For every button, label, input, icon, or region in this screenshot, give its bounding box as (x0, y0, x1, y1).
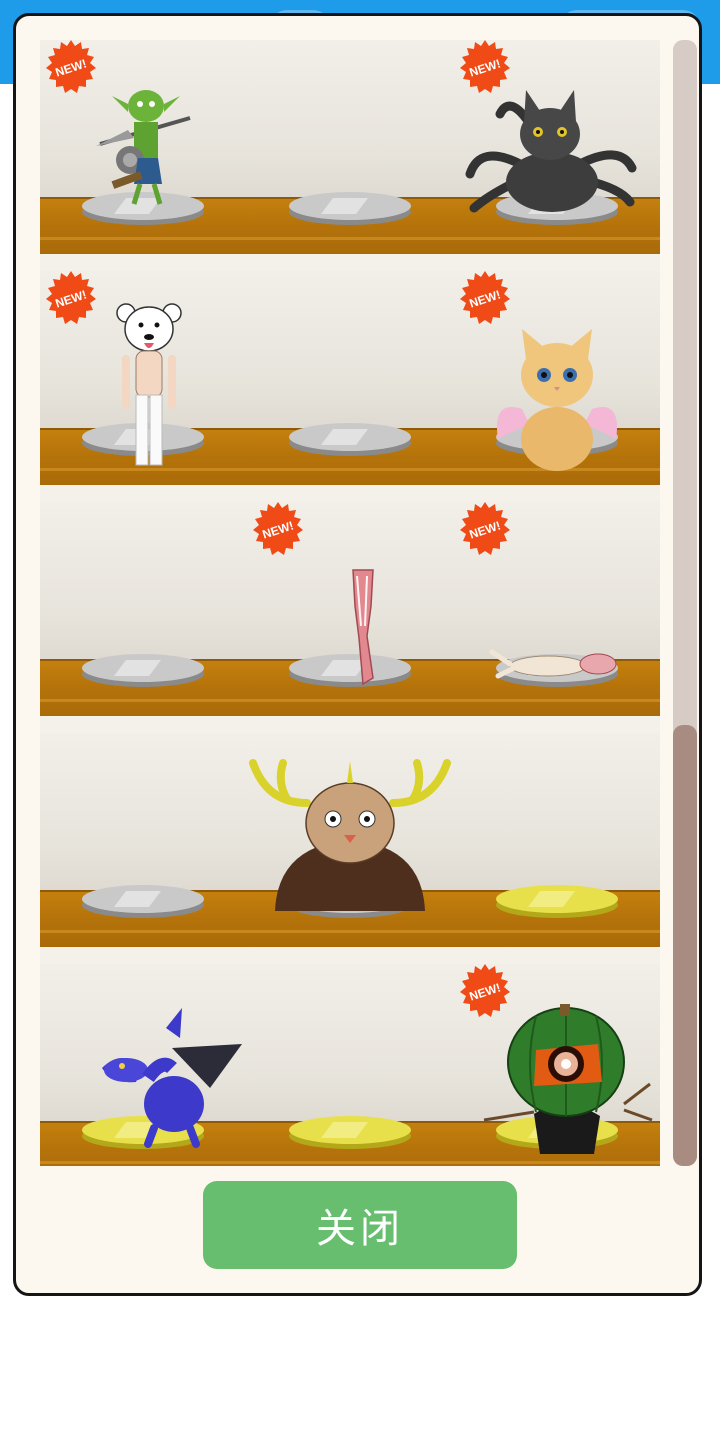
new-badge-icon: NEW! (253, 502, 303, 555)
new-badge-icon: NEW! (46, 40, 96, 93)
collection-slot[interactable]: NEW! (454, 502, 660, 716)
bear-masked-man-icon (116, 303, 182, 466)
new-badge-icon: NEW! (460, 964, 510, 1017)
pumpkin-monster-icon (483, 1004, 653, 1154)
collection-slot[interactable] (40, 733, 246, 947)
collection-slot[interactable]: NEW! (454, 271, 660, 485)
silver-pedestal-icon (82, 654, 204, 687)
silver-pedestal-icon (289, 192, 411, 225)
gold-pedestal-icon (496, 885, 618, 918)
collection-slot[interactable]: NEW! (40, 271, 246, 485)
multi-tailed-black-cat-icon (465, 90, 637, 213)
gold-pedestal-icon (289, 1116, 411, 1149)
collection-slot[interactable] (247, 964, 453, 1166)
shelf-row: NEW! NEW! (40, 502, 660, 733)
close-button-label: 关闭 (316, 1207, 404, 1251)
new-badge-icon: NEW! (460, 40, 510, 93)
antlered-beast-icon (249, 759, 451, 911)
new-badge-icon: NEW! (46, 271, 96, 324)
scrollbar-thumb[interactable] (673, 725, 697, 1166)
background-area (0, 1305, 720, 1440)
close-button[interactable]: 关闭 (203, 1181, 517, 1269)
new-badge-icon: NEW! (460, 502, 510, 555)
collection-slot[interactable] (247, 40, 453, 254)
collection-slot[interactable] (247, 733, 453, 947)
collection-slot[interactable] (40, 964, 246, 1166)
shelf-row: NEW! (40, 271, 660, 502)
collection-slot[interactable] (247, 271, 453, 485)
silver-pedestal-icon (82, 885, 204, 918)
flayed-rabbit-icon (489, 649, 617, 679)
blue-dragon-icon (102, 1008, 242, 1148)
collection-slot[interactable] (40, 502, 246, 716)
collection-slot[interactable]: NEW! (454, 964, 660, 1166)
new-badge-icon: NEW! (460, 271, 510, 324)
shelf-row: NEW! (40, 40, 660, 271)
shelf-row (40, 733, 660, 964)
muscle-leg-icon (352, 569, 374, 686)
collection-slot[interactable]: NEW! (454, 40, 660, 254)
collection-dialog: NEW! NEW! NEW! NEW! NEW! NEW! NEW! 关闭 (13, 13, 702, 1296)
goblin-warrior-icon (96, 90, 191, 205)
collection-slot[interactable] (454, 733, 660, 947)
collection-slot[interactable]: NEW! (40, 40, 246, 254)
collection-scroll-view[interactable]: NEW! NEW! NEW! NEW! NEW! NEW! NEW! (40, 40, 660, 1166)
collection-slot[interactable]: NEW! (247, 502, 453, 716)
scrollbar-track[interactable] (673, 40, 697, 1166)
winged-kitten-icon (497, 329, 617, 471)
silver-pedestal-icon (289, 423, 411, 456)
shelf-row: NEW! (40, 964, 660, 1166)
